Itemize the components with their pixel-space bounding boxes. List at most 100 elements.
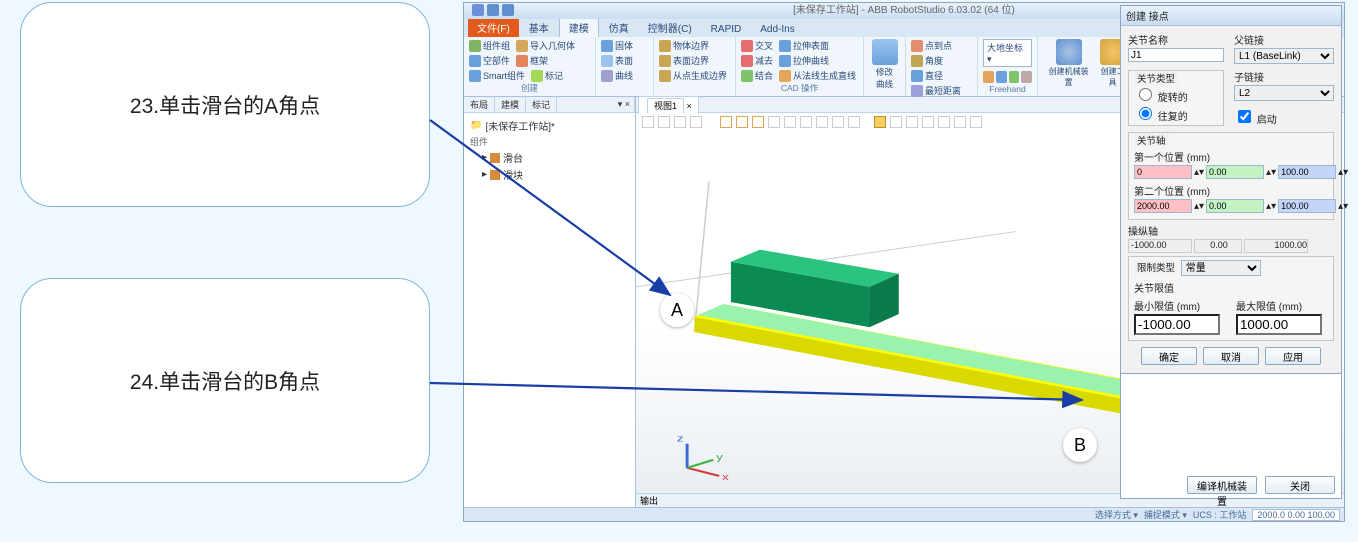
rbtn-union[interactable]: 结合 xyxy=(741,69,773,82)
rbtn-surface-border[interactable]: 表面边界 xyxy=(659,54,730,67)
joint-type-prismatic[interactable] xyxy=(1139,107,1152,120)
pos2-x[interactable] xyxy=(1134,199,1192,213)
status-snapmode[interactable]: 捕捉模式 ▾ xyxy=(1144,508,1187,521)
child-link-label: 子链接 xyxy=(1234,69,1334,84)
snap-active-icon[interactable] xyxy=(874,116,886,128)
rbtn-empty-part[interactable]: 空部件 xyxy=(469,54,510,67)
tree-root[interactable]: 📁 [未保存工作站]* xyxy=(468,117,631,134)
marker-a: A xyxy=(660,293,694,327)
tab-file[interactable]: 文件(F) xyxy=(468,18,519,37)
active-checkbox[interactable] xyxy=(1238,110,1251,123)
rbtn-intersect[interactable]: 交叉 xyxy=(741,39,773,52)
tree-tab-modeling[interactable]: 建模 xyxy=(495,96,526,113)
pos2-z[interactable] xyxy=(1278,199,1336,213)
rbtn-body-border[interactable]: 物体边界 xyxy=(659,39,730,52)
rbtn-surface[interactable]: 表面 xyxy=(601,54,648,67)
rbtn-curve[interactable]: 曲线 xyxy=(601,69,648,82)
pos2-y[interactable] xyxy=(1206,199,1264,213)
part-icon xyxy=(490,170,500,180)
tree-item-slider[interactable]: ▸ 滑块 xyxy=(468,166,631,183)
joint-name-input[interactable] xyxy=(1128,48,1224,62)
rbtn-solid[interactable]: 固体 xyxy=(601,39,648,52)
parent-link-select[interactable]: L1 (BaseLink) xyxy=(1234,48,1334,64)
tree-pane-dropdown-icon[interactable]: ▾ × xyxy=(614,97,635,112)
tree-pane-tabs: 布局 建模 标记 ▾ × xyxy=(464,97,635,113)
limit-type-label: 限制类型 xyxy=(1134,260,1178,274)
rbtn-line-from-normal[interactable]: 从法线生成直线 xyxy=(779,69,856,82)
pos2-label: 第二个位置 (mm) xyxy=(1134,183,1328,198)
min-limit-label: 最小限值 (mm) xyxy=(1134,298,1226,313)
pos1-z[interactable] xyxy=(1278,165,1336,179)
status-selmode[interactable]: 选择方式 ▾ xyxy=(1095,508,1138,521)
min-limit-input[interactable] xyxy=(1134,314,1220,335)
rbtn-subtract[interactable]: 减去 xyxy=(741,54,773,67)
tab-controller[interactable]: 控制器(C) xyxy=(639,18,701,37)
redo-icon[interactable] xyxy=(502,4,514,16)
rbtn-angle[interactable]: 角度 xyxy=(911,54,943,67)
rbtn-extrude-curve[interactable]: 拉伸曲线 xyxy=(779,54,829,67)
freehand-rotate-icon[interactable] xyxy=(996,71,1007,83)
callout-text: 24.单击滑台的B角点 xyxy=(130,366,320,396)
tab-addins[interactable]: Add-Ins xyxy=(751,22,803,37)
rbtn-modify-curve[interactable]: 修改曲线 xyxy=(869,39,900,90)
status-ucs: UCS : 工作站 xyxy=(1193,508,1247,521)
max-limit-input[interactable] xyxy=(1236,314,1322,335)
rbtn-smart-component[interactable]: Smart组件 xyxy=(469,69,525,82)
ribbon-group-label-cad: CAD 操作 xyxy=(741,82,858,94)
view-tab-1[interactable]: 视图1 × xyxy=(638,96,699,114)
rbtn-import-geometry[interactable]: 导入几何体 xyxy=(516,39,575,52)
tree-tab-layout[interactable]: 布局 xyxy=(464,96,495,113)
tree-tab-tags[interactable]: 标记 xyxy=(526,96,557,113)
rbtn-frame[interactable]: 框架 xyxy=(516,54,548,67)
freehand-move-icon[interactable] xyxy=(983,71,994,83)
apply-button[interactable]: 应用 xyxy=(1265,347,1321,365)
svg-text:x: x xyxy=(722,473,729,483)
save-icon[interactable] xyxy=(472,4,484,16)
compile-mechanism-button[interactable]: 编译机械装置 xyxy=(1187,476,1257,494)
rbtn-shortest[interactable]: 最短距离 xyxy=(911,84,961,97)
app-window: [未保存工作站] - ABB RobotStudio 6.03.02 (64 位… xyxy=(463,2,1345,522)
jog-max: 1000.00 xyxy=(1244,239,1308,253)
jog-min: -1000.00 xyxy=(1128,239,1192,253)
tab-simulation[interactable]: 仿真 xyxy=(600,18,638,37)
rbtn-from-points[interactable]: 从点生成边界 xyxy=(659,69,730,82)
panel-title: 创建 接点 xyxy=(1121,6,1341,26)
joint-type-label: 关节类型 xyxy=(1134,71,1178,85)
limit-type-select[interactable]: 常量 xyxy=(1181,260,1261,276)
rbtn-point-to-point[interactable]: 点到点 xyxy=(911,39,952,52)
joint-type-rotational[interactable] xyxy=(1139,88,1152,101)
window-title: [未保存工作站] - ABB RobotStudio 6.03.02 (64 位… xyxy=(793,5,1015,16)
joint-limit-label: 关节限值 xyxy=(1134,280,1328,295)
pos1-y[interactable] xyxy=(1206,165,1264,179)
rbtn-diameter[interactable]: 直径 xyxy=(911,69,943,82)
svg-text:y: y xyxy=(716,453,723,463)
tree-item-slide-table[interactable]: ▸ 滑台 xyxy=(468,149,631,166)
svg-text:z: z xyxy=(677,434,684,444)
ok-button[interactable]: 确定 xyxy=(1141,347,1197,365)
tab-modeling[interactable]: 建模 xyxy=(559,17,599,37)
jog-cur[interactable]: 0.00 xyxy=(1194,239,1242,253)
quick-access-toolbar[interactable] xyxy=(472,4,514,16)
ribbon-group-label-create: 创建 xyxy=(469,82,590,94)
rbtn-component-group[interactable]: 组件组 xyxy=(469,39,510,52)
create-joint-panel: 创建 接点 关节名称 父链接 L1 (BaseLink) 关节类型 旋转的 往 xyxy=(1120,5,1342,374)
freehand-jog-icon[interactable] xyxy=(1009,71,1020,83)
freehand-multi-icon[interactable] xyxy=(1021,71,1032,83)
tab-basic[interactable]: 基本 xyxy=(520,18,558,37)
pos1-x[interactable] xyxy=(1134,165,1192,179)
pos1-label: 第一个位置 (mm) xyxy=(1134,149,1328,164)
rbtn-tag[interactable]: 标记 xyxy=(531,69,563,82)
close-button[interactable]: 关闭 xyxy=(1265,476,1335,494)
child-link-select[interactable]: L2 xyxy=(1234,85,1334,101)
rbtn-extrude-surface[interactable]: 拉伸表面 xyxy=(779,39,829,52)
callout-step-23: 23.单击滑台的A角点 xyxy=(20,2,430,207)
tab-rapid[interactable]: RAPID xyxy=(702,22,751,37)
callout-step-24: 24.单击滑台的B角点 xyxy=(20,278,430,483)
undo-icon[interactable] xyxy=(487,4,499,16)
jog-axis-label: 操纵轴 xyxy=(1128,223,1334,238)
cancel-button[interactable]: 取消 xyxy=(1203,347,1259,365)
statusbar: 选择方式 ▾ 捕捉模式 ▾ UCS : 工作站 2000.0 0.00 100.… xyxy=(464,507,1344,521)
tree-pane: 布局 建模 标记 ▾ × 📁 [未保存工作站]* 组件 ▸ 滑台 ▸ 滑块 xyxy=(464,97,636,507)
coord-select[interactable]: 大地坐标 ▾ xyxy=(983,39,1032,67)
rbtn-create-mechanism[interactable]: 创建机械装置 xyxy=(1043,39,1094,88)
